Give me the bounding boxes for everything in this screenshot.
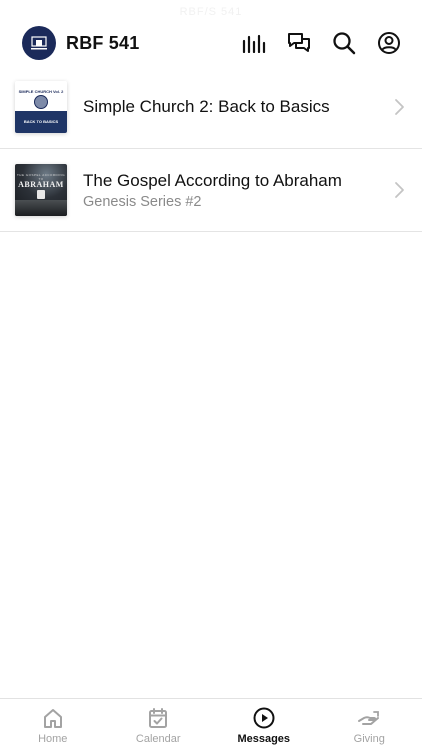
audio-player-button[interactable]	[241, 30, 267, 56]
giving-hand-icon	[358, 711, 380, 725]
series-title: Simple Church 2: Back to Basics	[83, 97, 330, 116]
series-thumbnail: THE GOSPEL ACCORDING TO ABRAHAM	[15, 164, 67, 216]
status-bar-text: RBF/S 541	[179, 6, 243, 18]
tab-calendar[interactable]: Calendar	[106, 699, 212, 750]
thumbnail-band-text: BACK TO BASICS	[23, 119, 59, 124]
chevron-right-icon	[394, 98, 406, 116]
header-actions	[222, 30, 402, 56]
play-circle-icon	[253, 707, 275, 729]
tab-bar: Home Calendar Messages Giving	[0, 698, 422, 750]
profile-icon	[378, 32, 400, 54]
home-icon	[43, 709, 62, 728]
profile-button[interactable]	[376, 30, 402, 56]
equalizer-icon	[242, 34, 266, 53]
tab-label: Home	[38, 733, 68, 745]
tab-label: Messages	[237, 733, 291, 745]
tab-home[interactable]: Home	[0, 699, 106, 750]
series-title: The Gospel According to Abraham	[83, 170, 342, 190]
globe-graphic	[34, 95, 48, 109]
search-button[interactable]	[331, 30, 357, 56]
thumbnail-top-text: SIMPLE CHURCH Vol. 2	[18, 89, 64, 94]
series-thumbnail: SIMPLE CHURCH Vol. 2 BACK TO BASICS	[15, 81, 67, 133]
thumbnail-title-text: ABRAHAM	[18, 180, 64, 189]
tab-messages[interactable]: Messages	[211, 699, 317, 750]
chevron-right-icon	[394, 181, 406, 199]
tab-label: Calendar	[135, 733, 181, 745]
chat-icon	[288, 33, 310, 52]
message-series-row[interactable]: SIMPLE CHURCH Vol. 2 BACK TO BASICS Simp…	[0, 66, 422, 149]
message-series-row[interactable]: THE GOSPEL ACCORDING TO ABRAHAM The Gosp…	[0, 149, 422, 232]
chat-button[interactable]	[286, 30, 312, 56]
app-title: RBF 541	[66, 32, 140, 53]
series-subtitle: Genesis Series #2	[83, 193, 202, 210]
tab-giving[interactable]: Giving	[317, 699, 422, 750]
tab-label: Giving	[353, 733, 385, 745]
row-text: The Gospel According to Abraham Genesis …	[83, 171, 386, 210]
search-icon	[333, 32, 356, 55]
app-header: RBF 541	[0, 26, 422, 60]
church-logo-icon	[31, 36, 47, 50]
calendar-icon	[149, 708, 168, 728]
church-logo[interactable]	[22, 26, 56, 60]
message-list: SIMPLE CHURCH Vol. 2 BACK TO BASICS Simp…	[0, 66, 422, 232]
thumbnail-badge	[37, 190, 45, 199]
row-text: Simple Church 2: Back to Basics	[83, 97, 386, 117]
